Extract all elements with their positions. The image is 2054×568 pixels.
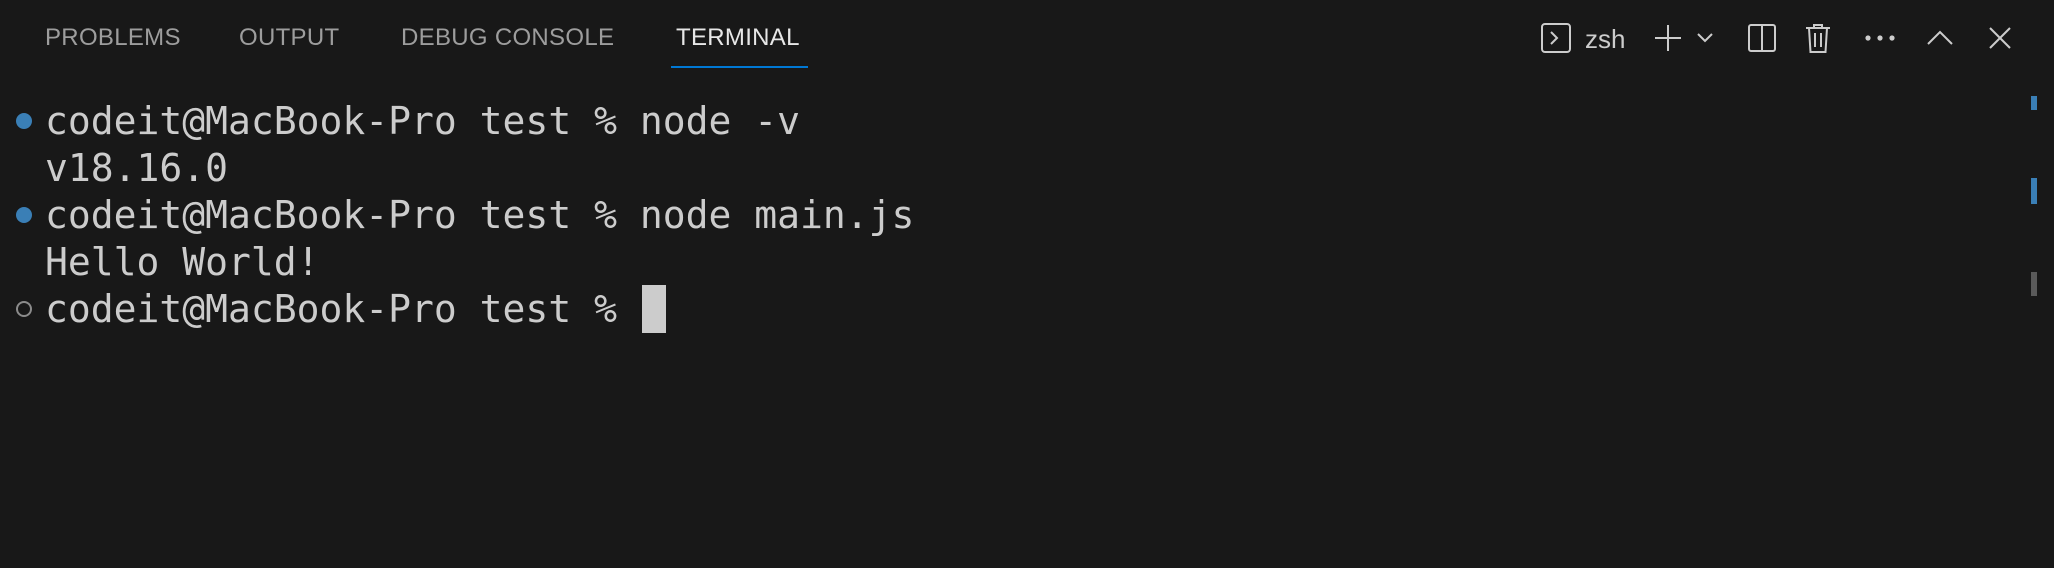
plus-icon[interactable]: [1650, 16, 1686, 60]
trash-icon[interactable]: [1800, 16, 1836, 60]
tab-debug-console[interactable]: DEBUG CONSOLE: [401, 24, 614, 52]
scrollbar-marker: [2031, 96, 2037, 110]
tab-problems[interactable]: PROBLEMS: [45, 24, 181, 52]
chevron-down-icon[interactable]: [1694, 16, 1716, 60]
command-success-decoration[interactable]: [16, 207, 32, 223]
terminal-line: codeit@MacBook-Pro test % node main.js: [45, 193, 915, 237]
command-success-decoration[interactable]: [16, 113, 32, 129]
scrollbar-thumb[interactable]: [2031, 272, 2037, 296]
terminal-panel: PROBLEMS OUTPUT DEBUG CONSOLE TERMINAL z…: [0, 0, 2054, 568]
terminal-prompt-line: codeit@MacBook-Pro test %: [45, 287, 640, 331]
shell-name[interactable]: zsh: [1585, 24, 1625, 55]
close-icon[interactable]: [1982, 16, 2018, 60]
split-icon[interactable]: [1744, 16, 1780, 60]
ellipsis-icon[interactable]: [1862, 16, 1898, 60]
terminal-icon[interactable]: [1538, 16, 1574, 60]
terminal-line: codeit@MacBook-Pro test % node -v: [45, 99, 800, 143]
terminal-line: v18.16.0: [45, 146, 229, 190]
command-pending-decoration[interactable]: [16, 301, 32, 317]
tab-output[interactable]: OUTPUT: [239, 24, 339, 52]
active-tab-indicator: [671, 66, 808, 68]
terminal-line: Hello World!: [45, 240, 320, 284]
tab-terminal[interactable]: TERMINAL: [676, 24, 800, 52]
terminal-cursor: [642, 285, 666, 333]
scrollbar-marker: [2031, 178, 2037, 204]
chevron-up-icon[interactable]: [1922, 16, 1958, 60]
panel-tab-bar: PROBLEMS OUTPUT DEBUG CONSOLE TERMINAL z…: [0, 0, 2054, 78]
